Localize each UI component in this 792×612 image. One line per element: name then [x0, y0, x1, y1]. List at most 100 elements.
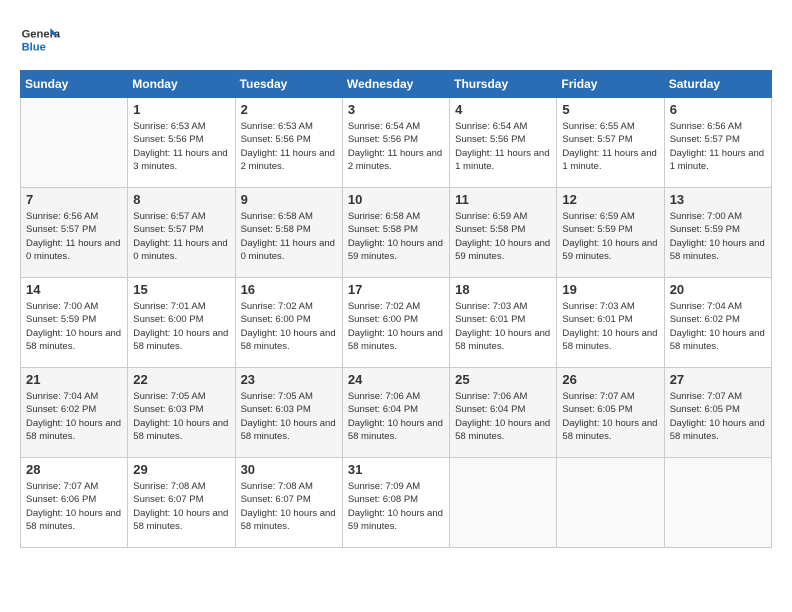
cell-info: Sunrise: 7:06 AMSunset: 6:04 PMDaylight:… [455, 390, 551, 443]
calendar-cell: 23 Sunrise: 7:05 AMSunset: 6:03 PMDayligh… [235, 368, 342, 458]
cell-info: Sunrise: 7:05 AMSunset: 6:03 PMDaylight:… [133, 390, 229, 443]
calendar-cell: 21 Sunrise: 7:04 AMSunset: 6:02 PMDayligh… [21, 368, 128, 458]
calendar-cell [557, 458, 664, 548]
cell-info: Sunrise: 6:59 AMSunset: 5:58 PMDaylight:… [455, 210, 551, 263]
day-number: 2 [241, 102, 337, 117]
cell-info: Sunrise: 6:56 AMSunset: 5:57 PMDaylight:… [670, 120, 766, 173]
day-number: 11 [455, 192, 551, 207]
cell-info: Sunrise: 7:07 AMSunset: 6:05 PMDaylight:… [670, 390, 766, 443]
day-number: 22 [133, 372, 229, 387]
day-header-friday: Friday [557, 71, 664, 98]
calendar-header-row: SundayMondayTuesdayWednesdayThursdayFrid… [21, 71, 772, 98]
cell-info: Sunrise: 6:53 AMSunset: 5:56 PMDaylight:… [133, 120, 229, 173]
cell-info: Sunrise: 7:04 AMSunset: 6:02 PMDaylight:… [26, 390, 122, 443]
calendar-cell: 17 Sunrise: 7:02 AMSunset: 6:00 PMDayligh… [342, 278, 449, 368]
page-header: General Blue [20, 20, 772, 60]
cell-info: Sunrise: 7:00 AMSunset: 5:59 PMDaylight:… [670, 210, 766, 263]
cell-info: Sunrise: 6:54 AMSunset: 5:56 PMDaylight:… [455, 120, 551, 173]
calendar-week-row: 1 Sunrise: 6:53 AMSunset: 5:56 PMDaylight… [21, 98, 772, 188]
logo: General Blue [20, 20, 64, 60]
cell-info: Sunrise: 7:07 AMSunset: 6:05 PMDaylight:… [562, 390, 658, 443]
calendar-cell: 9Sunrise: 6:58 AMSunset: 5:58 PMDaylight… [235, 188, 342, 278]
calendar-cell [664, 458, 771, 548]
day-number: 24 [348, 372, 444, 387]
cell-info: Sunrise: 6:56 AMSunset: 5:57 PMDaylight:… [26, 210, 122, 263]
cell-info: Sunrise: 7:05 AMSunset: 6:03 PMDaylight:… [241, 390, 337, 443]
calendar-week-row: 28 Sunrise: 7:07 AMSunset: 6:06 PMDayligh… [21, 458, 772, 548]
day-header-tuesday: Tuesday [235, 71, 342, 98]
calendar-cell: 20 Sunrise: 7:04 AMSunset: 6:02 PMDayligh… [664, 278, 771, 368]
calendar-cell: 24 Sunrise: 7:06 AMSunset: 6:04 PMDayligh… [342, 368, 449, 458]
cell-info: Sunrise: 6:58 AMSunset: 5:58 PMDaylight:… [241, 210, 337, 263]
calendar-table: SundayMondayTuesdayWednesdayThursdayFrid… [20, 70, 772, 548]
cell-info: Sunrise: 7:02 AMSunset: 6:00 PMDaylight:… [348, 300, 444, 353]
cell-info: Sunrise: 7:01 AMSunset: 6:00 PMDaylight:… [133, 300, 229, 353]
calendar-cell: 3Sunrise: 6:54 AMSunset: 5:56 PMDaylight… [342, 98, 449, 188]
cell-info: Sunrise: 6:58 AMSunset: 5:58 PMDaylight:… [348, 210, 444, 263]
day-header-saturday: Saturday [664, 71, 771, 98]
cell-info: Sunrise: 7:00 AMSunset: 5:59 PMDaylight:… [26, 300, 122, 353]
cell-info: Sunrise: 7:04 AMSunset: 6:02 PMDaylight:… [670, 300, 766, 353]
day-number: 3 [348, 102, 444, 117]
day-number: 23 [241, 372, 337, 387]
calendar-cell: 8 Sunrise: 6:57 AMSunset: 5:57 PMDaylight… [128, 188, 235, 278]
day-number: 26 [562, 372, 658, 387]
day-number: 28 [26, 462, 122, 477]
day-number: 21 [26, 372, 122, 387]
day-number: 1 [133, 102, 229, 117]
day-header-thursday: Thursday [450, 71, 557, 98]
cell-info: Sunrise: 6:55 AMSunset: 5:57 PMDaylight:… [562, 120, 658, 173]
day-number: 15 [133, 282, 229, 297]
day-number: 12 [562, 192, 658, 207]
svg-text:Blue: Blue [22, 41, 46, 53]
day-number: 20 [670, 282, 766, 297]
calendar-cell: 28 Sunrise: 7:07 AMSunset: 6:06 PMDayligh… [21, 458, 128, 548]
cell-info: Sunrise: 6:59 AMSunset: 5:59 PMDaylight:… [562, 210, 658, 263]
calendar-cell: 11 Sunrise: 6:59 AMSunset: 5:58 PMDayligh… [450, 188, 557, 278]
calendar-cell: 18 Sunrise: 7:03 AMSunset: 6:01 PMDayligh… [450, 278, 557, 368]
cell-info: Sunrise: 7:02 AMSunset: 6:00 PMDaylight:… [241, 300, 337, 353]
day-number: 29 [133, 462, 229, 477]
logo-icon: General Blue [20, 20, 60, 60]
calendar-cell: 13 Sunrise: 7:00 AMSunset: 5:59 PMDayligh… [664, 188, 771, 278]
cell-info: Sunrise: 7:03 AMSunset: 6:01 PMDaylight:… [562, 300, 658, 353]
day-number: 4 [455, 102, 551, 117]
calendar-week-row: 14Sunrise: 7:00 AMSunset: 5:59 PMDayligh… [21, 278, 772, 368]
calendar-cell: 16Sunrise: 7:02 AMSunset: 6:00 PMDayligh… [235, 278, 342, 368]
day-number: 13 [670, 192, 766, 207]
day-number: 8 [133, 192, 229, 207]
day-number: 10 [348, 192, 444, 207]
day-number: 6 [670, 102, 766, 117]
day-header-wednesday: Wednesday [342, 71, 449, 98]
calendar-cell: 7Sunrise: 6:56 AMSunset: 5:57 PMDaylight… [21, 188, 128, 278]
calendar-cell: 27Sunrise: 7:07 AMSunset: 6:05 PMDayligh… [664, 368, 771, 458]
day-number: 31 [348, 462, 444, 477]
calendar-cell: 5Sunrise: 6:55 AMSunset: 5:57 PMDaylight… [557, 98, 664, 188]
calendar-cell: 12 Sunrise: 6:59 AMSunset: 5:59 PMDayligh… [557, 188, 664, 278]
calendar-cell: 25 Sunrise: 7:06 AMSunset: 6:04 PMDayligh… [450, 368, 557, 458]
calendar-cell: 31Sunrise: 7:09 AMSunset: 6:08 PMDayligh… [342, 458, 449, 548]
day-header-sunday: Sunday [21, 71, 128, 98]
calendar-week-row: 7Sunrise: 6:56 AMSunset: 5:57 PMDaylight… [21, 188, 772, 278]
calendar-cell: 6 Sunrise: 6:56 AMSunset: 5:57 PMDaylight… [664, 98, 771, 188]
cell-info: Sunrise: 7:08 AMSunset: 6:07 PMDaylight:… [133, 480, 229, 533]
day-number: 17 [348, 282, 444, 297]
calendar-cell: 19 Sunrise: 7:03 AMSunset: 6:01 PMDayligh… [557, 278, 664, 368]
calendar-cell: 10 Sunrise: 6:58 AMSunset: 5:58 PMDayligh… [342, 188, 449, 278]
calendar-week-row: 21 Sunrise: 7:04 AMSunset: 6:02 PMDayligh… [21, 368, 772, 458]
day-number: 25 [455, 372, 551, 387]
day-number: 18 [455, 282, 551, 297]
cell-info: Sunrise: 6:57 AMSunset: 5:57 PMDaylight:… [133, 210, 229, 263]
day-header-monday: Monday [128, 71, 235, 98]
calendar-cell: 22 Sunrise: 7:05 AMSunset: 6:03 PMDayligh… [128, 368, 235, 458]
calendar-cell [450, 458, 557, 548]
calendar-cell: 1 Sunrise: 6:53 AMSunset: 5:56 PMDaylight… [128, 98, 235, 188]
cell-info: Sunrise: 7:07 AMSunset: 6:06 PMDaylight:… [26, 480, 122, 533]
calendar-cell: 29 Sunrise: 7:08 AMSunset: 6:07 PMDayligh… [128, 458, 235, 548]
day-number: 19 [562, 282, 658, 297]
calendar-cell: 15 Sunrise: 7:01 AMSunset: 6:00 PMDayligh… [128, 278, 235, 368]
calendar-cell [21, 98, 128, 188]
calendar-cell: 14Sunrise: 7:00 AMSunset: 5:59 PMDayligh… [21, 278, 128, 368]
cell-info: Sunrise: 7:03 AMSunset: 6:01 PMDaylight:… [455, 300, 551, 353]
cell-info: Sunrise: 7:06 AMSunset: 6:04 PMDaylight:… [348, 390, 444, 443]
